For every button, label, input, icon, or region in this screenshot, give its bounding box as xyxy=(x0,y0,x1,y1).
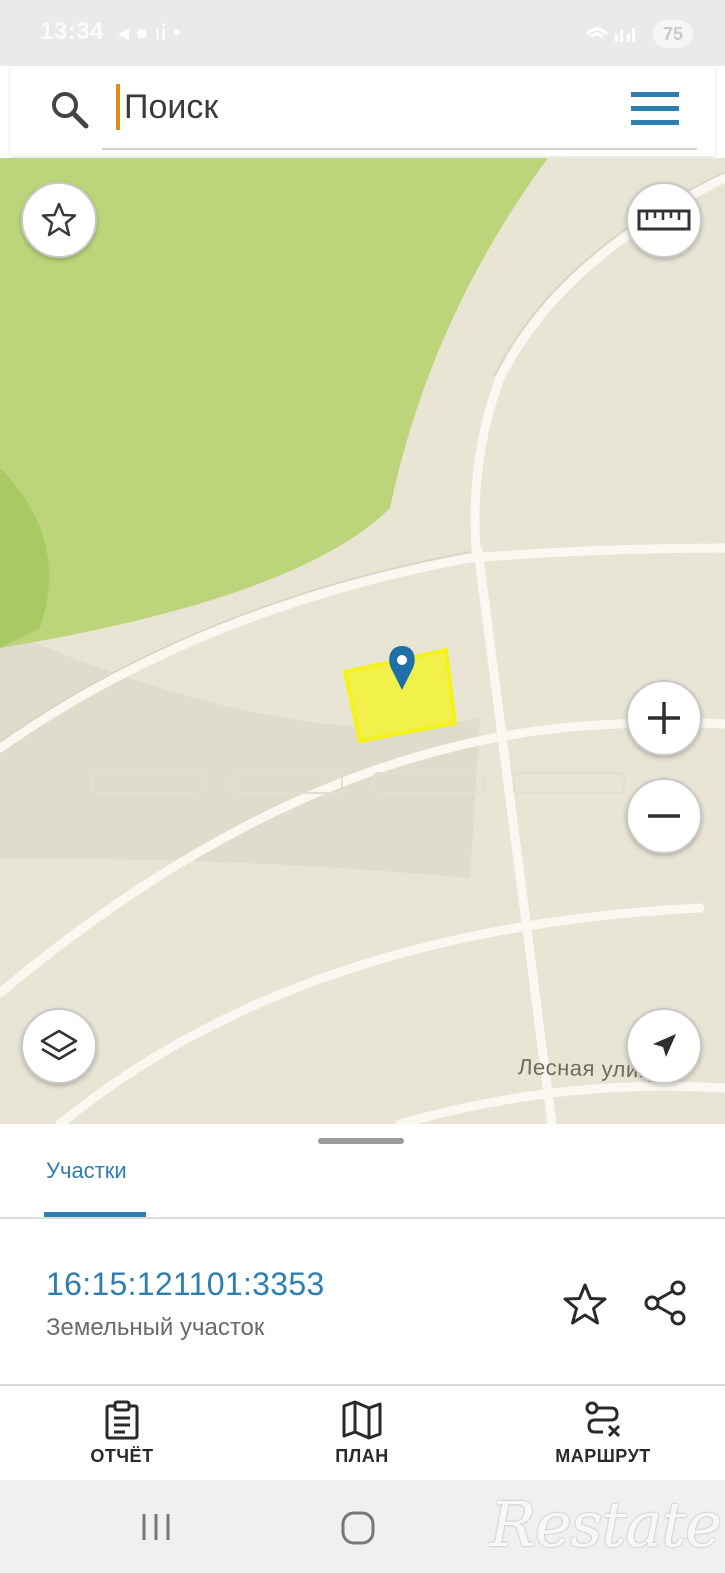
layers-icon xyxy=(40,1029,78,1061)
map-icon xyxy=(342,1400,382,1440)
menu-icon[interactable] xyxy=(631,90,679,128)
nav-report[interactable]: ОТЧЁТ xyxy=(42,1386,202,1482)
parcel-type: Земельный участок xyxy=(46,1314,265,1341)
text-caret xyxy=(116,84,120,130)
my-location-button[interactable] xyxy=(626,1008,702,1084)
signal-icon xyxy=(585,22,641,50)
star-icon xyxy=(41,202,77,237)
nav-plan-label: ПЛАН xyxy=(335,1446,389,1466)
route-icon xyxy=(585,1401,621,1438)
layers-button[interactable] xyxy=(21,1008,97,1084)
search-bar[interactable]: Поиск xyxy=(10,66,715,156)
plus-icon xyxy=(648,702,680,734)
navigation-arrow-icon xyxy=(653,1034,676,1057)
nav-plan[interactable]: ПЛАН xyxy=(282,1386,442,1482)
nav-report-label: ОТЧЁТ xyxy=(90,1446,154,1466)
bottom-navigation: ОТЧЁТ ПЛАН МАРШРУТ xyxy=(0,1384,725,1482)
status-bar: 13:34 ◂ ● ıⅰ • 75 xyxy=(0,0,725,66)
favorites-map-button[interactable] xyxy=(21,182,97,258)
restate-watermark: Restate xyxy=(489,1488,722,1561)
favorite-star-icon[interactable] xyxy=(560,1280,610,1330)
recent-apps-icon[interactable] xyxy=(140,1512,172,1542)
search-input[interactable]: Поиск xyxy=(124,88,218,127)
tab-parcels[interactable]: Участки xyxy=(46,1158,127,1184)
battery-indicator: 75 xyxy=(653,20,693,48)
clipboard-icon xyxy=(105,1400,139,1440)
zoom-in-button[interactable] xyxy=(626,680,702,756)
bottom-sheet: Участки 16:15:121101:3353 Земельный учас… xyxy=(0,1124,725,1386)
nav-route-label: МАРШРУТ xyxy=(555,1446,651,1466)
ruler-button[interactable] xyxy=(626,182,702,258)
search-icon[interactable] xyxy=(50,90,90,130)
parcel-cadastral-number[interactable]: 16:15:121101:3353 xyxy=(46,1266,325,1303)
share-icon[interactable] xyxy=(640,1278,690,1328)
minus-icon xyxy=(648,814,680,818)
status-time: 13:34 xyxy=(40,18,104,45)
sheet-drag-handle[interactable] xyxy=(318,1138,404,1144)
search-underline xyxy=(102,148,697,150)
zoom-out-button[interactable] xyxy=(626,778,702,854)
ruler-icon xyxy=(637,209,691,231)
home-icon[interactable] xyxy=(340,1510,376,1546)
notification-icons: ◂ ● ıⅰ • xyxy=(118,20,181,45)
map-canvas[interactable] xyxy=(0,158,725,1124)
nav-route[interactable]: МАРШРУТ xyxy=(523,1386,683,1482)
map-view[interactable]: Лесная улица xyxy=(0,158,725,1124)
sheet-divider xyxy=(0,1217,725,1219)
